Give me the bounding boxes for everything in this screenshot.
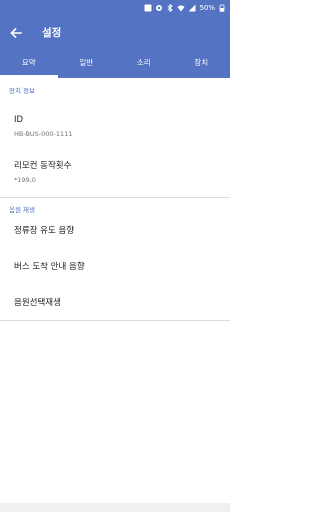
toolbar: 설정 [0, 18, 230, 48]
settings-icon [155, 4, 163, 12]
setting-item-sound-select-play[interactable]: 음원선택재생 [0, 280, 230, 316]
tab-sound[interactable]: 소리 [115, 52, 173, 78]
tab-general[interactable]: 일반 [58, 52, 116, 78]
tab-summary[interactable]: 요약 [0, 52, 58, 78]
wifi-icon [177, 4, 185, 12]
setting-item-value: HB-BUS-000-1111 [14, 130, 73, 138]
setting-item-id[interactable]: ID HB-BUS-000-1111 [0, 98, 230, 153]
setting-item-bus-arrival-sound[interactable]: 버스 도착 안내 음향 [0, 244, 230, 280]
setting-item-title: 버스 도착 안내 음향 [14, 262, 85, 272]
status-icons: 50% [144, 4, 226, 12]
status-bar: 50% [0, 0, 230, 18]
bluetooth-icon [166, 4, 174, 12]
tab-bar: 요약 일반 소리 장치 [0, 52, 230, 78]
setting-item-stop-guide-sound[interactable]: 정류장 유도 음향 [0, 212, 230, 244]
app-bar: 50% 설정 요약 일반 소리 장치 [0, 0, 230, 78]
setting-item-value: *199,0 [14, 176, 36, 184]
setting-item-title: ID [14, 115, 24, 125]
setting-item-title: 음원선택재생 [14, 298, 61, 308]
section-header-device-info: 장치 정보 [9, 87, 35, 95]
battery-icon [218, 4, 226, 12]
section-header-sound-playback: 음원 재생 [9, 206, 35, 214]
page-title: 설정 [42, 27, 62, 39]
battery-percentage: 50% [199, 4, 215, 12]
signal-icon [188, 4, 196, 12]
arrow-left-icon[interactable] [9, 26, 23, 40]
setting-item-remote-count[interactable]: 리모컨 동작횟수 *199,0 [0, 153, 230, 197]
settings-content: 장치 정보 ID HB-BUS-000-1111 리모컨 동작횟수 *199,0… [0, 78, 230, 321]
tab-device[interactable]: 장치 [173, 52, 231, 78]
image-icon [144, 4, 152, 12]
setting-item-title: 정류장 유도 음향 [14, 226, 75, 236]
divider [0, 320, 230, 321]
setting-item-title: 리모컨 동작횟수 [14, 161, 72, 171]
navigation-bar [0, 503, 230, 512]
